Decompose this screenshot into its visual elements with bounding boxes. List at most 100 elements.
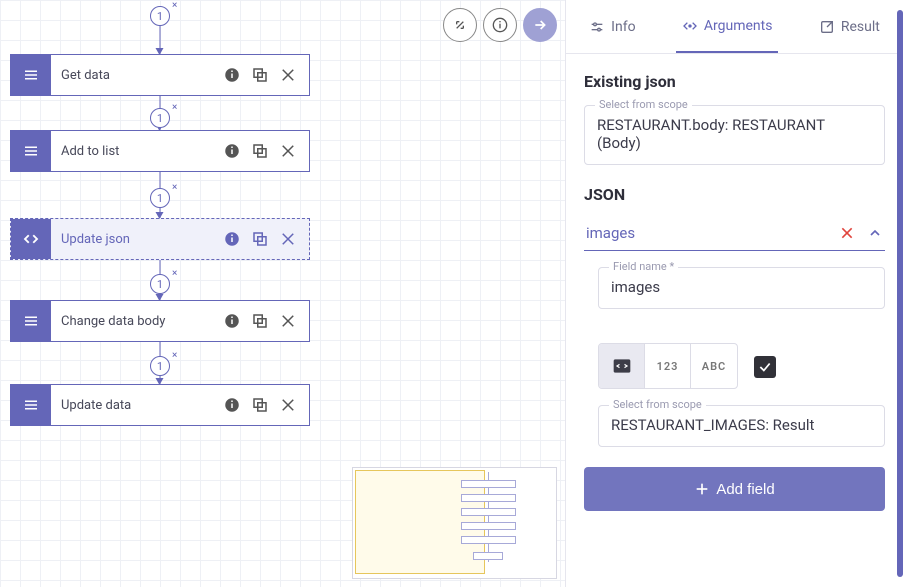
required-checkbox[interactable] — [754, 356, 776, 378]
badge-value: 1 — [157, 278, 163, 291]
node-get-data[interactable]: Get data — [10, 54, 310, 96]
copy-icon — [251, 396, 269, 414]
connector-remove[interactable]: × — [172, 102, 177, 113]
node-handle-icon[interactable] — [11, 385, 51, 425]
connector-badge[interactable]: 1 — [150, 356, 170, 376]
connector-remove[interactable]: × — [172, 182, 177, 193]
node-info-button[interactable] — [223, 312, 241, 330]
tab-label: Arguments — [704, 18, 773, 34]
section-json-title: JSON — [584, 185, 885, 204]
node-handle-icon[interactable] — [11, 55, 51, 95]
section-existing-json-title: Existing json — [584, 72, 885, 91]
type-option-string[interactable]: ABC — [691, 344, 737, 388]
node-delete-button[interactable] — [279, 312, 297, 330]
json-entry-delete-button[interactable] — [833, 225, 861, 241]
add-field-button[interactable]: Add field — [584, 467, 885, 511]
check-icon — [758, 360, 772, 374]
node-info-button[interactable] — [223, 66, 241, 84]
scope-select-json[interactable]: Select from scope RESTAURANT_IMAGES: Res… — [598, 405, 885, 447]
settings-icon — [589, 19, 605, 35]
node-copy-button[interactable] — [251, 312, 269, 330]
badge-value: 1 — [157, 360, 163, 373]
badge-value: 1 — [157, 10, 163, 23]
close-icon — [279, 66, 297, 84]
node-delete-button[interactable] — [279, 66, 297, 84]
list-icon — [22, 66, 40, 84]
copy-icon — [251, 230, 269, 248]
node-change-data-body[interactable]: Change data body — [10, 300, 310, 342]
node-copy-button[interactable] — [251, 230, 269, 248]
info-icon — [223, 230, 241, 248]
node-title: Change data body — [51, 314, 223, 329]
connector-badge[interactable]: 1 — [150, 6, 170, 26]
node-delete-button[interactable] — [279, 396, 297, 414]
type-option-code[interactable] — [599, 344, 645, 388]
badge-value: 1 — [157, 112, 163, 125]
node-info-button[interactable] — [223, 230, 241, 248]
node-handle-icon[interactable] — [11, 131, 51, 171]
connector-remove[interactable]: × — [172, 350, 177, 361]
minimap[interactable] — [352, 467, 557, 579]
field-value: RESTAURANT.body: RESTAURANT (Body) — [597, 116, 872, 152]
info-button[interactable] — [483, 8, 517, 42]
copy-icon — [251, 66, 269, 84]
info-icon — [223, 312, 241, 330]
close-icon — [279, 230, 297, 248]
expand-icon — [452, 17, 468, 33]
node-copy-button[interactable] — [251, 66, 269, 84]
node-handle-icon[interactable] — [11, 219, 51, 259]
connector-badge[interactable]: 1 — [150, 274, 170, 294]
badge-value: 1 — [157, 192, 163, 205]
workflow-canvas[interactable]: 1 × Get data 1 × Add to list — [0, 0, 565, 587]
result-icon — [819, 19, 835, 35]
node-info-button[interactable] — [223, 142, 241, 160]
canvas-toolbar — [443, 8, 557, 42]
arrow-right-icon — [532, 17, 548, 33]
field-value: RESTAURANT_IMAGES: Result — [611, 416, 872, 434]
run-button[interactable] — [523, 8, 557, 42]
field-label: Select from scope — [595, 98, 692, 111]
close-icon — [839, 225, 855, 241]
node-title: Update json — [51, 232, 223, 247]
scope-select-existing[interactable]: Select from scope RESTAURANT.body: RESTA… — [584, 105, 885, 165]
list-icon — [22, 312, 40, 330]
field-name-input[interactable]: Field name * images — [598, 267, 885, 309]
field-label: Field name * — [609, 260, 678, 273]
connector-remove[interactable]: × — [172, 268, 177, 279]
node-copy-button[interactable] — [251, 396, 269, 414]
node-update-data[interactable]: Update data — [10, 384, 310, 426]
node-delete-button[interactable] — [279, 230, 297, 248]
fullscreen-button[interactable] — [443, 8, 477, 42]
code-icon — [22, 230, 40, 248]
tab-label: Info — [611, 19, 635, 35]
json-entry-collapse-button[interactable] — [861, 225, 883, 241]
list-icon — [22, 142, 40, 160]
node-title: Add to list — [51, 144, 223, 159]
node-update-json[interactable]: Update json — [10, 218, 310, 260]
node-title: Get data — [51, 68, 223, 83]
tab-label: Result — [841, 19, 880, 35]
tab-arguments[interactable]: Arguments — [676, 0, 779, 53]
info-icon — [492, 17, 508, 33]
tab-info[interactable]: Info — [583, 0, 641, 53]
connector-remove[interactable]: × — [172, 0, 177, 11]
node-add-to-list[interactable]: Add to list — [10, 130, 310, 172]
properties-panel: Info Arguments Result Existing json Sele… — [565, 0, 903, 587]
tab-result[interactable]: Result — [813, 0, 886, 53]
node-delete-button[interactable] — [279, 142, 297, 160]
info-icon — [223, 66, 241, 84]
node-handle-icon[interactable] — [11, 301, 51, 341]
node-copy-button[interactable] — [251, 142, 269, 160]
copy-icon — [251, 142, 269, 160]
json-entry-name[interactable]: images — [586, 224, 833, 242]
node-info-button[interactable] — [223, 396, 241, 414]
node-title: Update data — [51, 398, 223, 413]
connector-badge[interactable]: 1 — [150, 108, 170, 128]
copy-icon — [251, 312, 269, 330]
close-icon — [279, 142, 297, 160]
connector-badge[interactable]: 1 — [150, 188, 170, 208]
add-field-label: Add field — [716, 481, 774, 498]
type-option-number[interactable]: 123 — [645, 344, 691, 388]
field-value: images — [611, 278, 872, 296]
arguments-icon — [682, 18, 698, 34]
